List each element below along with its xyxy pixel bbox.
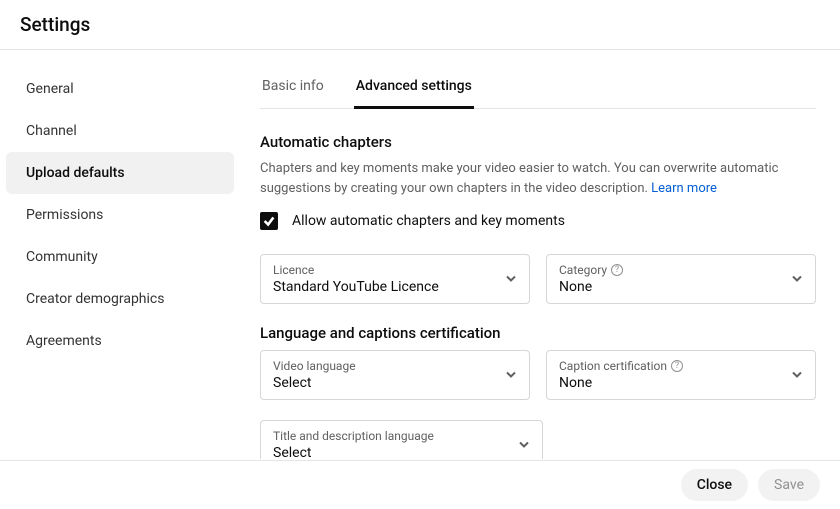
- sidebar-item-creator-demographics[interactable]: Creator demographics: [6, 278, 234, 320]
- spacer: [559, 420, 816, 459]
- title-language-value: Select: [273, 445, 530, 459]
- help-icon[interactable]: ?: [611, 264, 623, 276]
- sidebar-item-general[interactable]: General: [6, 68, 234, 110]
- caption-certification-value: None: [559, 375, 803, 391]
- chevron-down-icon: [791, 366, 803, 385]
- save-button[interactable]: Save: [758, 469, 820, 501]
- label-text: Caption certification: [559, 359, 667, 373]
- dialog-footer: Close Save: [0, 460, 840, 509]
- title-language-label: Title and description language: [273, 429, 530, 443]
- sidebar-item-label: Permissions: [26, 207, 103, 223]
- tab-label: Basic info: [262, 78, 324, 94]
- video-language-label: Video language: [273, 359, 517, 373]
- help-icon[interactable]: ?: [671, 360, 683, 372]
- page-title: Settings: [20, 13, 90, 36]
- check-icon: [262, 214, 276, 228]
- licence-select[interactable]: Licence Standard YouTube Licence: [260, 254, 530, 304]
- caption-certification-select[interactable]: Caption certification? None: [546, 350, 816, 400]
- close-button[interactable]: Close: [681, 469, 748, 501]
- tab-advanced-settings[interactable]: Advanced settings: [354, 70, 474, 108]
- lang-section-title: Language and captions certification: [260, 324, 816, 342]
- sidebar-item-label: Creator demographics: [26, 291, 164, 307]
- category-label: Category?: [559, 263, 803, 277]
- auto-chapters-checkbox-label: Allow automatic chapters and key moments: [292, 213, 565, 229]
- sidebar-item-permissions[interactable]: Permissions: [6, 194, 234, 236]
- sidebar-item-agreements[interactable]: Agreements: [6, 320, 234, 362]
- settings-sidebar: General Channel Upload defaults Permissi…: [0, 50, 240, 460]
- licence-category-row: Licence Standard YouTube Licence Categor…: [260, 254, 816, 304]
- main-panel: Basic info Advanced settings Automatic c…: [240, 50, 840, 460]
- sidebar-item-channel[interactable]: Channel: [6, 110, 234, 152]
- dialog-body: General Channel Upload defaults Permissi…: [0, 50, 840, 460]
- auto-chapters-desc: Chapters and key moments make your video…: [260, 159, 816, 198]
- licence-value: Standard YouTube Licence: [273, 279, 517, 295]
- sidebar-item-label: Channel: [26, 123, 77, 139]
- auto-chapters-title: Automatic chapters: [260, 133, 816, 151]
- sidebar-item-community[interactable]: Community: [6, 236, 234, 278]
- chevron-down-icon: [791, 270, 803, 289]
- dialog-header: Settings: [0, 0, 840, 50]
- sidebar-item-label: General: [26, 81, 74, 97]
- auto-chapters-checkbox[interactable]: [260, 212, 278, 230]
- chevron-down-icon: [518, 436, 530, 455]
- title-lang-row: Title and description language Select: [260, 420, 816, 459]
- category-select[interactable]: Category? None: [546, 254, 816, 304]
- chevron-down-icon: [505, 366, 517, 385]
- auto-chapters-checkbox-row: Allow automatic chapters and key moments: [260, 212, 816, 230]
- tab-content: Automatic chapters Chapters and key mome…: [260, 109, 840, 459]
- caption-certification-label: Caption certification?: [559, 359, 803, 373]
- learn-more-link[interactable]: Learn more: [651, 181, 717, 196]
- video-language-select[interactable]: Video language Select: [260, 350, 530, 400]
- sidebar-item-label: Upload defaults: [26, 165, 125, 181]
- video-language-value: Select: [273, 375, 517, 391]
- lang-caption-row: Video language Select Caption certificat…: [260, 350, 816, 400]
- tabs: Basic info Advanced settings: [260, 50, 816, 109]
- tab-basic-info[interactable]: Basic info: [260, 70, 326, 108]
- category-value: None: [559, 279, 803, 295]
- sidebar-item-label: Community: [26, 249, 98, 265]
- title-language-select[interactable]: Title and description language Select: [260, 420, 543, 459]
- sidebar-item-label: Agreements: [26, 333, 102, 349]
- label-text: Category: [559, 263, 607, 277]
- licence-label: Licence: [273, 263, 517, 277]
- chevron-down-icon: [505, 270, 517, 289]
- tab-label: Advanced settings: [356, 78, 472, 94]
- sidebar-item-upload-defaults[interactable]: Upload defaults: [6, 152, 234, 194]
